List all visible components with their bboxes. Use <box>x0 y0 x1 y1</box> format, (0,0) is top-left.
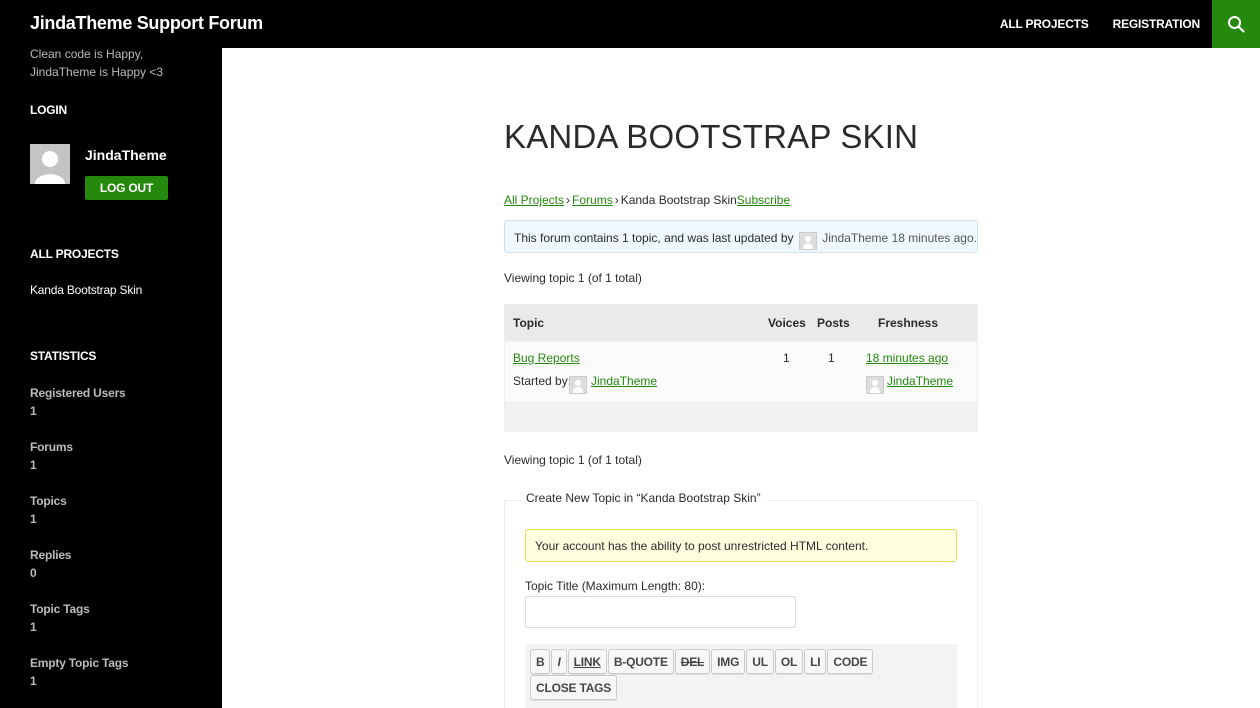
search-toggle-button[interactable] <box>1212 0 1260 48</box>
started-by-label: Started by: <box>513 374 572 388</box>
topic-voices: 1 <box>783 351 790 365</box>
projects-widget-title: ALL PROJECTS <box>30 247 119 261</box>
stat-label: Topic Tags <box>30 602 90 616</box>
topic-posts: 1 <box>828 351 835 365</box>
breadcrumb-forums[interactable]: Forums <box>572 193 613 207</box>
topic-title-link[interactable]: Bug Reports <box>513 351 580 365</box>
breadcrumb-all-projects[interactable]: All Projects <box>504 193 564 207</box>
breadcrumb: All Projects › Forums › Kanda Bootstrap Skin… <box>504 193 790 207</box>
stat-forums: Forums 1 <box>30 438 73 474</box>
stat-value: 0 <box>30 566 37 580</box>
close-tags-button[interactable]: CLOSE TAGS <box>530 675 618 700</box>
list-item-button[interactable]: LI <box>804 649 827 674</box>
bold-button[interactable]: B <box>530 649 551 674</box>
pagination-count-top: Viewing topic 1 (of 1 total) <box>504 271 642 285</box>
stat-value: 1 <box>30 620 37 634</box>
stat-value: 1 <box>30 404 37 418</box>
blockquote-button[interactable]: B-QUOTE <box>607 649 674 674</box>
html-permission-notice: Your account has the ability to post unr… <box>525 529 957 562</box>
code-button[interactable]: CODE <box>827 649 874 674</box>
header-freshness: Freshness <box>878 316 939 330</box>
stat-topic-tags: Topic Tags 1 <box>30 600 90 636</box>
pagination-count-bottom: Viewing topic 1 (of 1 total) <box>504 453 642 467</box>
unordered-list-button[interactable]: UL <box>746 649 774 674</box>
topics-table-header: Topic Voices Posts Freshness <box>505 305 977 341</box>
stat-label: Empty Topic Tags <box>30 656 129 670</box>
header-voices: Voices <box>768 316 806 330</box>
avatar-placeholder-icon <box>798 232 817 250</box>
search-icon <box>1228 16 1245 33</box>
header-topic: Topic <box>513 316 545 330</box>
stat-label: Forums <box>30 440 73 454</box>
stat-value: 1 <box>30 674 37 688</box>
stat-value: 1 <box>30 458 37 472</box>
avatar-placeholder-icon <box>866 376 884 394</box>
forum-info-time: 18 minutes ago. <box>891 231 977 246</box>
login-widget-title: LOGIN <box>30 103 67 117</box>
breadcrumb-separator: › <box>614 193 619 207</box>
image-button[interactable]: IMG <box>711 649 746 674</box>
avatar-placeholder-icon <box>35 151 65 184</box>
stat-label: Replies <box>30 548 72 562</box>
topic-freshness-link[interactable]: 18 minutes ago <box>866 351 948 365</box>
breadcrumb-separator: › <box>566 193 571 207</box>
site-title[interactable]: JindaTheme Support Forum <box>30 13 263 34</box>
site-header: JindaTheme Support Forum ALL PROJECTS RE… <box>0 0 1260 48</box>
page-title: KANDA BOOTSTRAP SKIN <box>504 118 919 155</box>
statistics-widget-title: STATISTICS <box>30 349 97 363</box>
topic-title-input[interactable] <box>525 596 796 628</box>
header-posts: Posts <box>817 316 850 330</box>
forum-info-box: This forum contains 1 topic, and was las… <box>504 220 978 253</box>
new-topic-legend: Create New Topic in “Kanda Bootstrap Ski… <box>521 491 766 505</box>
primary-nav: ALL PROJECTS REGISTRATION <box>988 0 1212 48</box>
subscribe-link[interactable]: Subscribe <box>737 193 790 207</box>
stat-topics: Topics 1 <box>30 492 67 528</box>
forum-info-author[interactable]: JindaTheme <box>822 231 888 245</box>
ordered-list-button[interactable]: OL <box>774 649 804 674</box>
last-author-link[interactable]: JindaTheme <box>887 374 953 388</box>
login-username[interactable]: JindaTheme <box>85 147 167 163</box>
stat-registered-users: Registered Users 1 <box>30 384 126 420</box>
delete-button[interactable]: DEL <box>674 649 711 674</box>
sidebar: Clean code is Happy, JindaTheme is Happy… <box>0 0 222 708</box>
stat-replies: Replies 0 <box>30 546 71 582</box>
italic-button[interactable]: I <box>551 649 567 674</box>
topics-table-footer <box>505 402 977 431</box>
stat-value: 1 <box>30 512 37 526</box>
sidebar-project-link[interactable]: Kanda Bootstrap Skin <box>30 283 142 297</box>
stat-label: Topics <box>30 494 67 508</box>
stat-label: Registered Users <box>30 386 126 400</box>
topic-author-link[interactable]: JindaTheme <box>591 374 657 388</box>
user-avatar[interactable] <box>30 144 70 184</box>
topic-title-label: Topic Title (Maximum Length: 80): <box>525 579 706 593</box>
stat-empty-topic-tags: Empty Topic Tags 1 <box>30 654 129 690</box>
quicktags-toolbar: B I LINK B-QUOTE DEL IMG UL OL LI CODE C… <box>525 644 957 708</box>
forum-info-text: This forum contains 1 topic, and was las… <box>514 231 794 246</box>
nav-item-all-projects[interactable]: ALL PROJECTS <box>1000 17 1089 31</box>
logout-button[interactable]: LOG OUT <box>85 176 168 200</box>
avatar-placeholder-icon <box>569 376 587 394</box>
breadcrumb-current: Kanda Bootstrap Skin <box>620 193 737 207</box>
table-row: Bug Reports Started by: JindaTheme 1 1 1… <box>505 341 977 402</box>
link-button[interactable]: LINK <box>567 649 607 674</box>
topics-table: Topic Voices Posts Freshness Bug Reports… <box>504 304 978 432</box>
nav-item-registration[interactable]: REGISTRATION <box>1113 17 1201 31</box>
site-tagline: Clean code is Happy, JindaTheme is Happy… <box>30 47 164 79</box>
